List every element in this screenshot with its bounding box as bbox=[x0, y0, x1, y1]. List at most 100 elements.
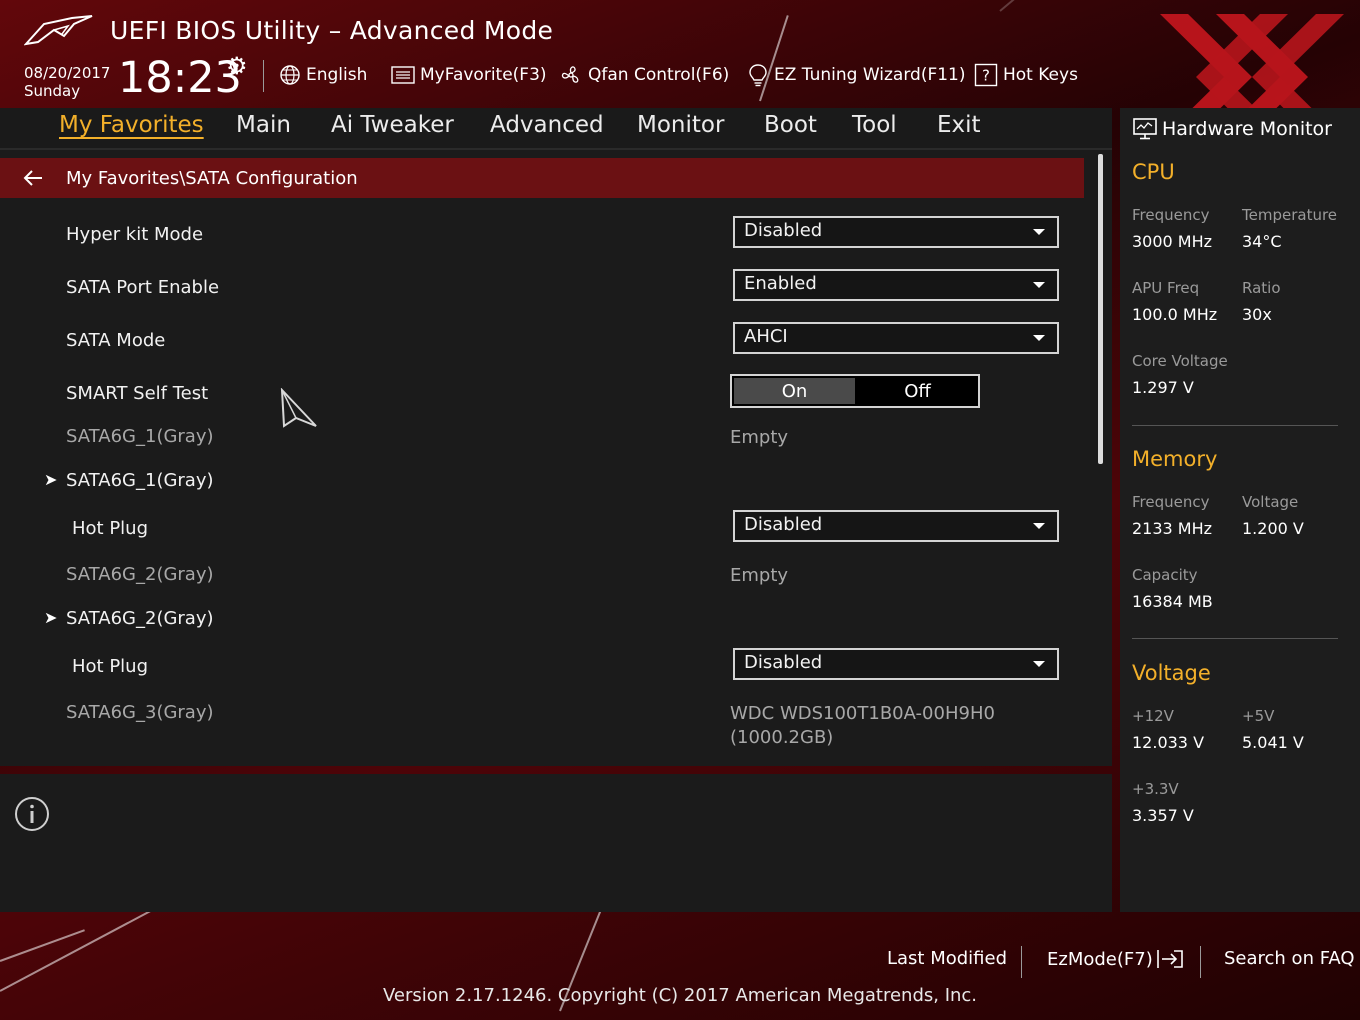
search-faq-button[interactable]: Search on FAQ bbox=[1224, 948, 1355, 969]
arrow-left-icon bbox=[23, 170, 42, 186]
dropdown-value: Disabled bbox=[744, 652, 823, 673]
exit-arrow-icon bbox=[1156, 950, 1183, 968]
submenu-row-sata1[interactable]: ➤ SATA6G_1(Gray) bbox=[0, 462, 1084, 502]
setting-row-smart-self-test[interactable]: SMART Self Test On Off bbox=[0, 374, 1084, 415]
date-text: 08/20/2017 bbox=[24, 64, 111, 82]
chevron-down-icon bbox=[1033, 335, 1045, 341]
language-button[interactable]: English bbox=[279, 62, 367, 88]
memory-voltage-value: 1.200 V bbox=[1242, 519, 1304, 538]
rog-logo bbox=[24, 15, 93, 46]
setting-row-hyper-kit[interactable]: Hyper kit Mode Disabled bbox=[0, 216, 1084, 256]
info-row-sata3: SATA6G_3(Gray) WDC WDS100T1B0A-00H9H0 (1… bbox=[0, 694, 1084, 754]
ratio-value: 30x bbox=[1242, 305, 1272, 324]
sata-mode-dropdown[interactable]: AHCI bbox=[733, 322, 1059, 354]
port-label: SATA6G_1(Gray) bbox=[66, 426, 214, 447]
setting-row-sata-mode[interactable]: SATA Mode AHCI bbox=[0, 322, 1084, 362]
cpu-frequency-label: Frequency bbox=[1132, 206, 1210, 224]
app-title: UEFI BIOS Utility – Advanced Mode bbox=[110, 16, 554, 45]
chevron-right-icon: ➤ bbox=[44, 608, 58, 627]
tab-my-favorites[interactable]: My Favorites bbox=[59, 112, 204, 138]
dropdown-value: Disabled bbox=[744, 220, 823, 241]
sata-port-enable-dropdown[interactable]: Enabled bbox=[733, 269, 1059, 301]
smart-self-test-toggle[interactable]: On Off bbox=[730, 374, 980, 408]
hardware-monitor-label: Hardware Monitor bbox=[1162, 118, 1332, 140]
submenu-row-sata2[interactable]: ➤ SATA6G_2(Gray) bbox=[0, 600, 1084, 640]
core-voltage-value: 1.297 V bbox=[1132, 378, 1194, 397]
chevron-down-icon bbox=[1033, 523, 1045, 529]
language-label: English bbox=[306, 65, 368, 85]
port-label: SATA6G_2(Gray) bbox=[66, 564, 214, 585]
qfan-label: Qfan Control(F6) bbox=[588, 65, 730, 85]
breadcrumb-path: My Favorites\SATA Configuration bbox=[66, 167, 358, 189]
day-text: Sunday bbox=[24, 82, 81, 100]
hot-plug-2-dropdown[interactable]: Disabled bbox=[733, 648, 1059, 680]
toggle-off-option[interactable]: Off bbox=[857, 376, 978, 406]
hot-keys-label: Hot Keys bbox=[1003, 65, 1078, 85]
chevron-down-icon bbox=[1033, 229, 1045, 235]
hardware-monitor-title: Hardware Monitor bbox=[1132, 114, 1332, 144]
clock[interactable]: 18:23 bbox=[118, 54, 242, 102]
hyper-kit-dropdown[interactable]: Disabled bbox=[733, 216, 1059, 248]
setting-row-hot-plug-2[interactable]: Hot Plug Disabled bbox=[0, 648, 1084, 688]
v12-value: 12.033 V bbox=[1132, 733, 1205, 752]
info-row-sata1: SATA6G_1(Gray) Empty bbox=[0, 418, 1084, 458]
divider bbox=[1132, 425, 1338, 426]
fan-icon bbox=[561, 66, 579, 83]
help-panel bbox=[0, 774, 1112, 912]
chevron-down-icon bbox=[1033, 661, 1045, 667]
lightbulb-icon bbox=[749, 64, 767, 87]
ez-tuning-button[interactable]: EZ Tuning Wizard(F11) bbox=[747, 62, 966, 88]
dropdown-value: AHCI bbox=[744, 326, 788, 347]
cpu-section-title: CPU bbox=[1132, 160, 1175, 184]
tab-advanced[interactable]: Advanced bbox=[490, 112, 604, 138]
chevron-right-icon: ➤ bbox=[44, 470, 58, 489]
v33-value: 3.357 V bbox=[1132, 806, 1194, 825]
background-streak bbox=[0, 929, 85, 962]
last-modified-button[interactable]: Last Modified bbox=[887, 948, 1007, 969]
v5-value: 5.041 V bbox=[1242, 733, 1304, 752]
ezmode-label: EzMode(F7) bbox=[1047, 948, 1153, 970]
v33-label: +3.3V bbox=[1132, 780, 1179, 798]
info-icon bbox=[15, 797, 49, 831]
cpu-temperature-label: Temperature bbox=[1242, 206, 1338, 224]
hot-plug-1-dropdown[interactable]: Disabled bbox=[733, 510, 1059, 542]
submenu-label: SATA6G_2(Gray) bbox=[66, 608, 214, 629]
apu-freq-label: APU Freq bbox=[1132, 279, 1200, 297]
back-button[interactable] bbox=[0, 169, 66, 187]
tab-monitor[interactable]: Monitor bbox=[637, 112, 724, 138]
list-icon bbox=[391, 66, 415, 84]
tab-tool[interactable]: Tool bbox=[852, 112, 897, 138]
gear-icon[interactable]: ⚙ bbox=[226, 52, 248, 80]
hot-keys-button[interactable]: ? Hot Keys bbox=[974, 62, 1078, 88]
mouse-cursor-icon bbox=[280, 388, 317, 428]
port-value: WDC WDS100T1B0A-00H9H0 (1000.2GB) bbox=[730, 702, 995, 750]
tab-exit[interactable]: Exit bbox=[937, 112, 981, 138]
setting-label: Hyper kit Mode bbox=[66, 224, 204, 245]
ezmode-button[interactable]: EzMode(F7) bbox=[1047, 948, 1185, 970]
setting-row-sata-port-enable[interactable]: SATA Port Enable Enabled bbox=[0, 269, 1084, 309]
tab-boot[interactable]: Boot bbox=[764, 112, 817, 138]
tab-main[interactable]: Main bbox=[236, 112, 291, 138]
question-icon: ? bbox=[974, 63, 998, 87]
voltage-section-title: Voltage bbox=[1132, 661, 1211, 685]
qfan-button[interactable]: Qfan Control(F6) bbox=[559, 62, 729, 88]
memory-frequency-value: 2133 MHz bbox=[1132, 519, 1213, 538]
divider bbox=[263, 60, 264, 92]
main-nav: My Favorites Main Ai Tweaker Advanced Mo… bbox=[0, 108, 1112, 150]
ez-tuning-label: EZ Tuning Wizard(F11) bbox=[774, 65, 966, 85]
myfavorite-label: MyFavorite(F3) bbox=[420, 65, 547, 85]
submenu-label: SATA6G_1(Gray) bbox=[66, 470, 214, 491]
hardware-monitor-panel: Hardware Monitor CPU Frequency Temperatu… bbox=[1120, 108, 1360, 912]
cpu-temperature-value: 34°C bbox=[1242, 232, 1282, 251]
date-display[interactable]: 08/20/2017 Sunday bbox=[24, 64, 110, 100]
myfavorite-button[interactable]: MyFavorite(F3) bbox=[391, 62, 547, 88]
version-text: Version 2.17.1246. Copyright (C) 2017 Am… bbox=[382, 985, 978, 1006]
dropdown-value: Disabled bbox=[744, 514, 823, 535]
globe-icon bbox=[280, 65, 300, 85]
dropdown-value: Enabled bbox=[744, 273, 817, 294]
scrollbar[interactable] bbox=[1098, 154, 1103, 464]
tab-ai-tweaker[interactable]: Ai Tweaker bbox=[331, 112, 454, 138]
setting-row-hot-plug-1[interactable]: Hot Plug Disabled bbox=[0, 510, 1084, 550]
chevron-down-icon bbox=[1033, 282, 1045, 288]
toggle-on-option[interactable]: On bbox=[734, 378, 855, 404]
